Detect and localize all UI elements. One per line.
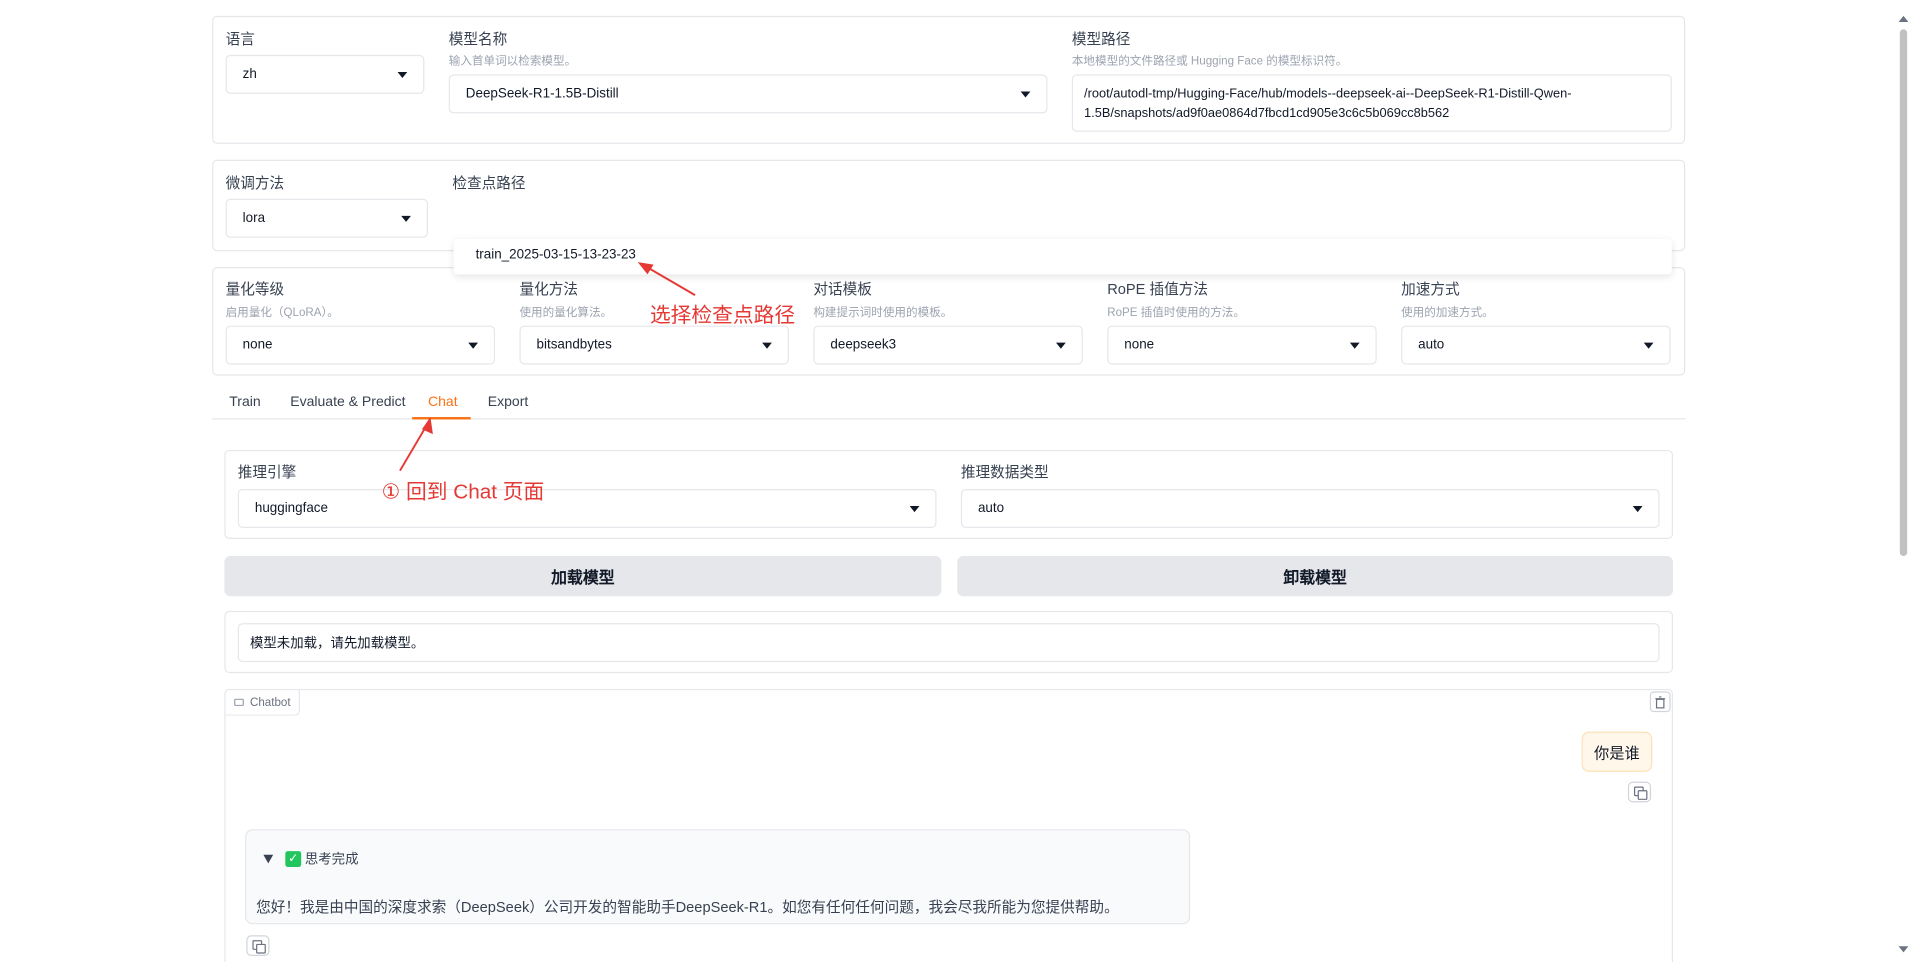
- model-path-line-2: 1.5B/snapshots/ad9f0ae0864d7fbcd1cd905e3…: [1084, 106, 1450, 121]
- inference-engine-label: 推理引擎: [237, 463, 297, 481]
- model-name-hint: 输入首单词以检索模型。: [448, 54, 577, 69]
- chatbot-label-badge: Chatbot: [225, 690, 301, 716]
- checkpoint-path-label: 检查点路径: [452, 174, 526, 192]
- thinking-label: 思考完成: [304, 852, 359, 867]
- language-label: 语言: [225, 30, 255, 48]
- model-name-label: 模型名称: [448, 30, 508, 48]
- annotation-arrow-chat: [399, 417, 433, 472]
- rope-select[interactable]: none: [1107, 325, 1377, 365]
- inference-engine-value: huggingface: [254, 501, 328, 516]
- chevron-down-icon: [397, 71, 408, 78]
- load-model-button[interactable]: 加载模型: [224, 556, 942, 597]
- tab-evaluate-predict[interactable]: Evaluate & Predict: [290, 395, 405, 410]
- template-label: 对话模板: [813, 280, 872, 298]
- clear-chat-button[interactable]: [1649, 691, 1671, 713]
- chevron-down-icon: [1349, 342, 1360, 349]
- language-select[interactable]: zh: [225, 54, 425, 94]
- tab-train[interactable]: Train: [229, 395, 260, 410]
- copy-icon: [1633, 786, 1648, 800]
- accel-label: 加速方式: [1401, 280, 1460, 298]
- thinking-toggle[interactable]: ✓ 思考完成: [263, 849, 359, 869]
- trash-icon: [1655, 695, 1666, 708]
- user-message-bubble: 你是谁: [1581, 731, 1653, 772]
- rope-value: none: [1124, 337, 1155, 353]
- chevron-down-icon: [762, 342, 772, 349]
- inference-dtype-value: auto: [977, 501, 1005, 516]
- status-text: 模型未加载，请先加载模型。: [249, 636, 425, 652]
- chatbot-label: Chatbot: [249, 695, 291, 710]
- quant-level-label: 量化等级: [225, 280, 285, 298]
- chevron-down-icon: [1632, 505, 1643, 512]
- template-value: deepseek3: [830, 337, 897, 353]
- model-path-input[interactable]: /root/autodl-tmp/Hugging-Face/hub/models…: [1071, 74, 1672, 132]
- inference-dtype-select[interactable]: auto: [960, 488, 1660, 529]
- copy-user-message-button[interactable]: [1627, 781, 1652, 803]
- rope-label: RoPE 插值方法: [1107, 280, 1209, 298]
- quant-method-label: 量化方法: [519, 280, 579, 298]
- triangle-down-icon: [263, 854, 274, 863]
- copy-icon: [252, 940, 266, 954]
- copy-assistant-message-button[interactable]: [246, 935, 270, 957]
- finetune-method-value: lora: [242, 210, 266, 226]
- assistant-message-text: 您好！我是由中国的深度求索（DeepSeek）公司开发的智能助手DeepSeek…: [256, 898, 1119, 916]
- user-message-text: 你是谁: [1594, 745, 1640, 763]
- scroll-down-arrow-icon[interactable]: [1898, 946, 1909, 953]
- model-name-select[interactable]: DeepSeek-R1-1.5B-Distill: [448, 74, 1048, 114]
- scroll-up-arrow-icon[interactable]: [1898, 15, 1909, 22]
- model-path-label: 模型路径: [1071, 30, 1131, 48]
- chevron-down-icon: [1643, 342, 1654, 349]
- status-textbox[interactable]: 模型未加载，请先加载模型。: [237, 623, 1660, 663]
- chevron-down-icon: [1020, 90, 1031, 97]
- annotation-arrow-checkpoint: [637, 262, 696, 296]
- scrollbar-thumb[interactable]: [1899, 29, 1908, 557]
- rope-hint: RoPE 插值时使用的方法。: [1107, 306, 1245, 320]
- quant-level-select[interactable]: none: [225, 325, 496, 365]
- quant-method-select[interactable]: bitsandbytes: [519, 325, 789, 365]
- template-select[interactable]: deepseek3: [813, 325, 1083, 365]
- inference-engine-select[interactable]: huggingface: [237, 488, 937, 529]
- tab-export[interactable]: Export: [488, 395, 529, 410]
- chat-bubble-icon: [234, 698, 244, 707]
- finetune-panel: [212, 159, 1686, 252]
- model-path-hint: 本地模型的文件路径或 Hugging Face 的模型标识符。: [1071, 54, 1348, 69]
- inference-dtype-label: 推理数据类型: [960, 463, 1049, 481]
- chevron-down-icon: [1056, 342, 1066, 349]
- accel-hint: 使用的加速方式。: [1401, 306, 1494, 320]
- quant-level-value: none: [242, 337, 273, 353]
- chevron-down-icon: [468, 342, 479, 349]
- model-path-line-1: /root/autodl-tmp/Hugging-Face/hub/models…: [1084, 86, 1572, 102]
- chevron-down-icon: [909, 505, 920, 512]
- accel-select[interactable]: auto: [1401, 325, 1671, 365]
- language-value: zh: [242, 67, 257, 82]
- finetune-method-label: 微调方法: [225, 174, 285, 192]
- quant-method-value: bitsandbytes: [536, 337, 612, 353]
- page-scrollbar[interactable]: [1897, 12, 1909, 958]
- quant-level-hint: 启用量化（QLoRA）。: [225, 306, 339, 320]
- unload-model-button[interactable]: 卸载模型: [957, 556, 1674, 597]
- finetune-method-select[interactable]: lora: [225, 198, 429, 238]
- model-name-value: DeepSeek-R1-1.5B-Distill: [465, 86, 619, 102]
- accel-value: auto: [1418, 337, 1445, 353]
- checkmark-icon: ✓: [285, 850, 302, 867]
- template-hint: 构建提示词时使用的模板。: [813, 306, 953, 320]
- quant-method-hint: 使用的量化算法。: [519, 306, 613, 320]
- chevron-down-icon: [401, 215, 411, 222]
